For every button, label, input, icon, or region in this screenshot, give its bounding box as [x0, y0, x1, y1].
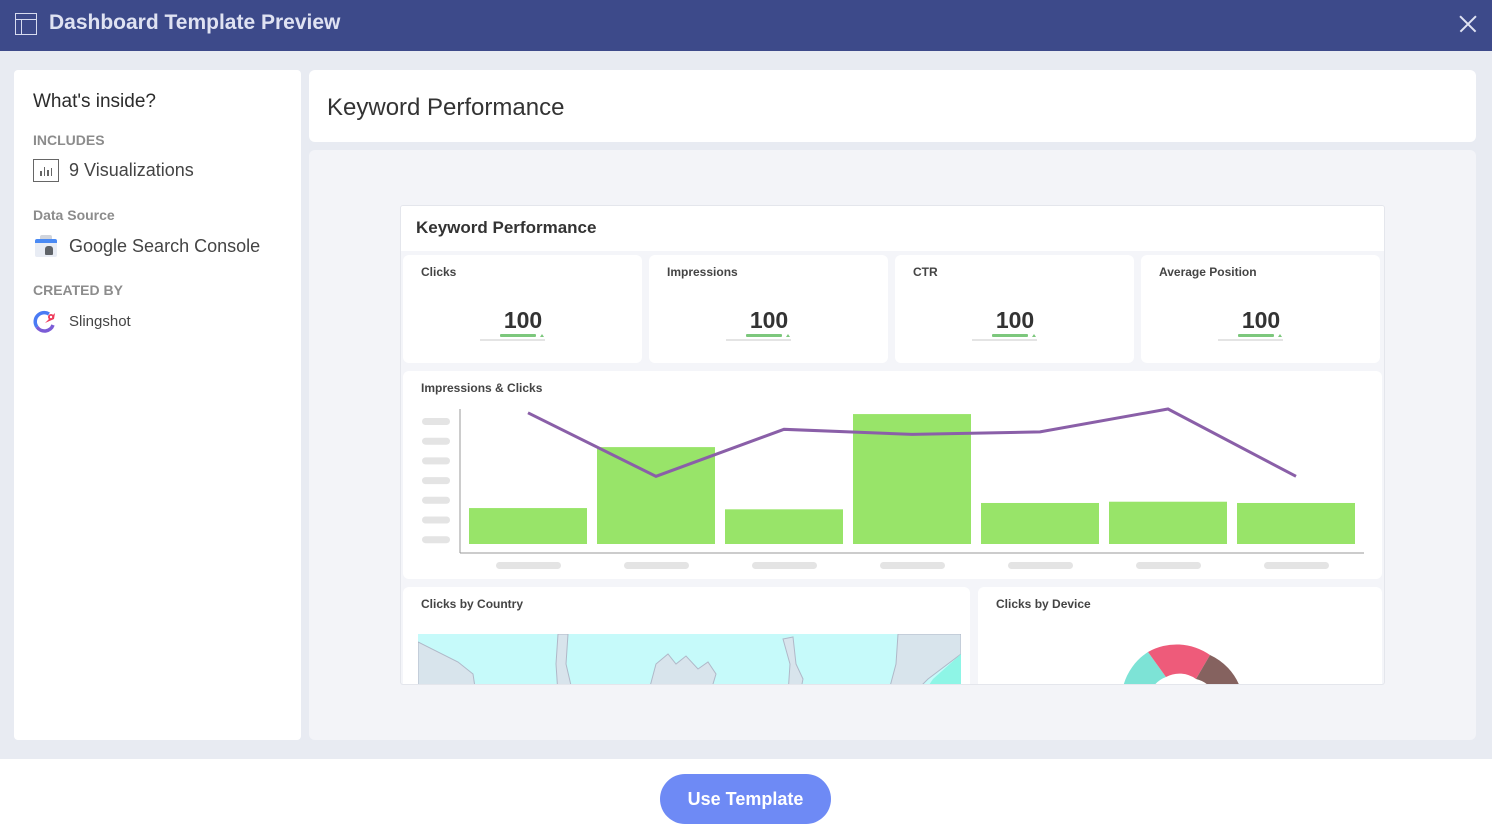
y-tick-placeholder — [422, 496, 450, 504]
layout-icon — [15, 13, 37, 35]
created-by-value: Slingshot — [69, 312, 131, 330]
trend-up-icon — [1278, 334, 1282, 337]
data-source-row: Google Search Console — [33, 235, 260, 257]
sidebar-heading: What's inside? — [33, 91, 156, 112]
kpi-label: Clicks — [421, 265, 457, 279]
created-by-label: CREATED BY — [33, 282, 123, 298]
template-title: Keyword Performance — [327, 94, 565, 121]
kpi-card-average-position: Average Position 100 — [1141, 255, 1380, 363]
kpi-track — [480, 339, 545, 341]
kpi-track — [1218, 339, 1283, 341]
x-tick-placeholder — [496, 562, 561, 569]
y-tick-placeholder — [422, 536, 450, 544]
footer-bar: Use Template — [0, 759, 1492, 835]
y-tick-placeholder — [422, 457, 450, 465]
title-bar: Dashboard Template Preview — [0, 0, 1492, 51]
created-by-row: Slingshot — [33, 309, 131, 333]
trend-up-icon — [540, 334, 544, 337]
kpi-track — [726, 339, 791, 341]
kpi-label: Average Position — [1159, 265, 1257, 279]
kpi-value: 100 — [1241, 307, 1281, 333]
x-tick-placeholder — [1008, 562, 1073, 569]
includes-row: 9 Visualizations — [33, 159, 194, 182]
kpi-card-clicks: Clicks 100 — [403, 255, 642, 363]
data-source-value: Google Search Console — [69, 235, 261, 256]
y-tick-placeholder — [422, 418, 450, 425]
y-tick-placeholder — [422, 477, 450, 485]
bar — [469, 508, 587, 544]
x-tick-placeholder — [1136, 562, 1201, 569]
includes-label: INCLUDES — [33, 132, 105, 148]
kpi-fill — [500, 334, 536, 337]
kpi-label: Impressions — [667, 265, 738, 279]
dashboard-preview: Keyword Performance Clicks 100 Impressio… — [400, 205, 1385, 685]
use-template-button[interactable]: Use Template — [660, 774, 831, 824]
bar — [981, 502, 1099, 544]
template-title-panel: Keyword Performance — [309, 70, 1476, 142]
map-title: Clicks by Country — [421, 597, 524, 611]
bar — [1109, 501, 1227, 544]
kpi-value: 100 — [749, 307, 789, 333]
template-info-sidebar: What's inside? INCLUDES 9 Visualizations… — [14, 70, 301, 740]
google-search-console-icon — [33, 235, 59, 257]
donut-chart — [1123, 644, 1239, 684]
trend-up-icon — [1032, 334, 1036, 337]
kpi-value: 100 — [995, 307, 1035, 333]
kpi-value: 100 — [503, 307, 543, 333]
bar-chart-icon — [33, 159, 59, 182]
close-icon[interactable] — [1456, 12, 1480, 36]
x-tick-placeholder — [1264, 562, 1329, 569]
bar — [725, 509, 843, 544]
slingshot-logo-icon — [33, 309, 59, 333]
kpi-track — [972, 339, 1037, 341]
kpi-label: CTR — [913, 265, 938, 279]
x-tick-placeholder — [624, 562, 689, 569]
data-source-label: Data Source — [33, 207, 115, 223]
clicks-by-country-card: Clicks by Country — [403, 587, 970, 684]
x-tick-placeholder — [752, 562, 817, 569]
kpi-fill — [746, 334, 782, 337]
bar — [1237, 502, 1355, 544]
kpi-card-impressions: Impressions 100 — [649, 255, 888, 363]
kpi-fill — [1238, 334, 1274, 337]
y-tick-placeholder — [422, 437, 450, 445]
visualizations-count: 9 Visualizations — [69, 160, 194, 180]
combo-chart — [422, 407, 1364, 569]
dashboard-title: Keyword Performance — [416, 218, 597, 237]
x-tick-placeholder — [880, 562, 945, 569]
trend-up-icon — [786, 334, 790, 337]
world-map — [418, 634, 961, 684]
window-title: Dashboard Template Preview — [49, 11, 341, 34]
impressions-clicks-card: Impressions & Clicks — [403, 371, 1382, 579]
kpi-card-ctr: CTR 100 — [895, 255, 1134, 363]
y-tick-placeholder — [422, 516, 450, 524]
kpi-fill — [992, 334, 1028, 337]
dashboard-header: Keyword Performance — [401, 206, 1384, 251]
clicks-by-device-card: Clicks by Device — [978, 587, 1382, 684]
